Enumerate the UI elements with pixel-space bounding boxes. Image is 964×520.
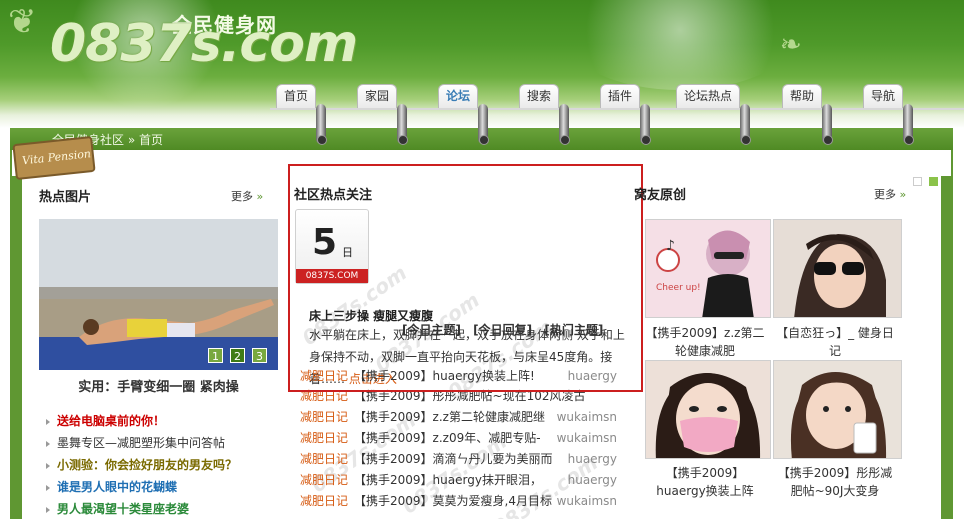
tab-today-topics[interactable]: [今日主题] — [402, 323, 461, 337]
post-author[interactable]: wukaimsn — [557, 407, 617, 428]
list-item[interactable]: 墨舞专区—减肥塑形集中问答帖 — [46, 432, 286, 454]
breadcrumb-home[interactable]: 首页 — [139, 133, 163, 147]
leaf-decoration-icon: ❦ — [8, 2, 37, 42]
post-author[interactable]: huaergy — [568, 449, 617, 470]
calendar-site: 0837S.COM — [296, 269, 368, 283]
forum-tabs: [今日主题] [今日回复] [热门主题] — [402, 321, 611, 338]
forum-post-row: 减肥日记 【携手2009】z.z09年、减肥专贴-wukaimsn — [300, 428, 625, 449]
tab-today-replies[interactable]: [今日回复] — [473, 323, 532, 337]
post-category[interactable]: 减肥日记 — [300, 410, 348, 424]
leaf-decoration-icon: ❧ — [780, 30, 802, 60]
date-calendar: 5 日 0837S.COM — [295, 209, 369, 284]
binder-ring-icon — [640, 104, 651, 145]
friend-photo-4[interactable] — [773, 360, 902, 459]
breadcrumb-separator: » — [127, 133, 136, 147]
post-title[interactable]: 【携手2009】huaergy换装上阵! — [354, 369, 535, 383]
list-item[interactable]: 小测验：你会捡好朋友的男友吗？ — [46, 454, 286, 476]
slide-page-3[interactable]: 3 — [252, 348, 267, 363]
binder-ring-icon — [478, 104, 489, 145]
binder-ring-icon — [822, 104, 833, 145]
nav-tab-navigation[interactable]: 导航 — [863, 84, 903, 108]
friend-caption-4[interactable]: 【携手2009】彤彤减肥帖~90J大变身 — [775, 464, 895, 500]
more-label: 更多 — [231, 190, 253, 203]
nav-tab-help[interactable]: 帮助 — [782, 84, 822, 108]
post-author[interactable]: wukaimsn — [557, 428, 617, 449]
friend-photo-2[interactable] — [773, 219, 902, 318]
svg-text:♪: ♪ — [666, 238, 675, 254]
community-title: 社区热点关注 — [294, 188, 373, 203]
girl-drink-photo — [774, 361, 901, 458]
nav-tab-home-space[interactable]: 家园 — [357, 84, 397, 108]
site-logo[interactable]: 0837s.com — [50, 14, 358, 74]
friends-more-link[interactable]: 更多 » — [874, 186, 906, 202]
friend-caption-1[interactable]: 【携手2009】z.z第二轮健康减肥 — [645, 324, 765, 360]
post-title[interactable]: 【携手2009】彤彤减肥帖~现在102风凌古 — [354, 389, 586, 403]
tab-hot-topics[interactable]: [热门主题] — [544, 323, 603, 337]
binder-ring-icon — [740, 104, 751, 145]
friend-photo-1[interactable]: Cheer up! ♪ — [645, 219, 771, 318]
forum-post-row: 减肥日记 【携手2009】彤彤减肥帖~现在102风凌古 — [300, 386, 625, 407]
list-item[interactable]: 谁是男人眼中的花蝴蝶 — [46, 476, 286, 498]
binder-ring-icon — [559, 104, 570, 145]
post-title[interactable]: 【携手2009】z.z第二轮健康减肥继 — [354, 410, 545, 424]
hot-pictures-title: 热点图片 — [39, 190, 92, 205]
post-title[interactable]: 【携手2009】z.z09年、减肥专贴- — [354, 431, 541, 445]
slide-page-2[interactable]: 2 — [230, 348, 245, 363]
post-category[interactable]: 减肥日记 — [300, 369, 348, 383]
hot-pictures-more-link[interactable]: 更多 » — [231, 188, 263, 204]
post-category[interactable]: 减肥日记 — [300, 473, 348, 487]
forum-post-row: 减肥日记 【携手2009】huaergy抹开眼泪， huaergy — [300, 470, 625, 491]
girl-mask-photo — [646, 361, 770, 458]
forum-post-row: 减肥日记 【携手2009】huaergy换装上阵! huaergy — [300, 366, 625, 387]
post-category[interactable]: 减肥日记 — [300, 431, 348, 445]
post-author[interactable]: wukaimsn — [557, 491, 617, 512]
friend-caption-3[interactable]: 【携手2009】huaergy换装上阵 — [645, 464, 765, 500]
binder-ring-icon — [903, 104, 914, 145]
list-item[interactable]: 男人最渴望十类星座老婆 — [46, 498, 286, 520]
chevron-right-icon: » — [256, 190, 264, 203]
list-item[interactable]: 送给电脑桌前的你！ — [46, 410, 286, 432]
girl-cartoon-photo: Cheer up! ♪ — [646, 220, 770, 317]
post-title[interactable]: 【携手2009】滴滴ㄣ丹儿要为美丽而 — [354, 452, 553, 466]
friend-caption-2[interactable]: 【自恋狂っ】_ 健身日记 — [775, 324, 895, 360]
header-glow — [560, 0, 800, 90]
calendar-day: 5 — [312, 222, 338, 263]
friends-original-title: 窝友原创 — [634, 188, 687, 203]
forum-post-row: 减肥日记 【携手2009】莫莫为爱瘦身,4月目标 wukaimsn — [300, 491, 625, 512]
forum-post-row: 减肥日记 【携手2009】滴滴ㄣ丹儿要为美丽而 huaergy — [300, 449, 625, 470]
slide-caption[interactable]: 实用：手臂变细一圈 紧肉操 — [39, 376, 278, 395]
nav-tab-plugins[interactable]: 插件 — [600, 84, 640, 108]
nav-baseline — [270, 108, 964, 110]
frame-left-border — [12, 176, 22, 519]
friend-photo-3[interactable] — [645, 360, 771, 459]
panel-toggle-icon[interactable] — [913, 177, 922, 186]
panel-toggle-icon[interactable] — [929, 177, 938, 186]
frame-right-border — [941, 176, 953, 519]
post-title[interactable]: 【携手2009】莫莫为爱瘦身,4月目标 — [354, 494, 552, 508]
post-title[interactable]: 【携手2009】huaergy抹开眼泪， — [354, 473, 542, 487]
nav-tab-hot-topics[interactable]: 论坛热点 — [676, 84, 740, 108]
photo-text: Cheer up! — [656, 283, 701, 293]
binder-ring-icon — [397, 104, 408, 145]
post-category[interactable]: 减肥日记 — [300, 494, 348, 508]
binder-ring-icon — [316, 104, 327, 145]
nav-tab-home[interactable]: 首页 — [276, 84, 316, 108]
nav-tab-search[interactable]: 搜索 — [519, 84, 559, 108]
post-author[interactable]: huaergy — [568, 366, 617, 387]
boy-sunglasses-photo — [774, 220, 901, 317]
chevron-right-icon: » — [899, 188, 907, 201]
post-author[interactable]: huaergy — [568, 470, 617, 491]
more-label: 更多 — [874, 188, 896, 201]
post-category[interactable]: 减肥日记 — [300, 452, 348, 466]
nav-tab-forum[interactable]: 论坛 — [438, 84, 478, 108]
forum-post-row: 减肥日记 【携手2009】z.z第二轮健康减肥继 wukaimsn — [300, 407, 625, 428]
hot-pictures-list: 送给电脑桌前的你！ 墨舞专区—减肥塑形集中问答帖 小测验：你会捡好朋友的男友吗？… — [46, 410, 286, 520]
calendar-unit: 日 — [342, 246, 353, 259]
post-category[interactable]: 减肥日记 — [300, 389, 348, 403]
slide-page-1[interactable]: 1 — [208, 348, 223, 363]
